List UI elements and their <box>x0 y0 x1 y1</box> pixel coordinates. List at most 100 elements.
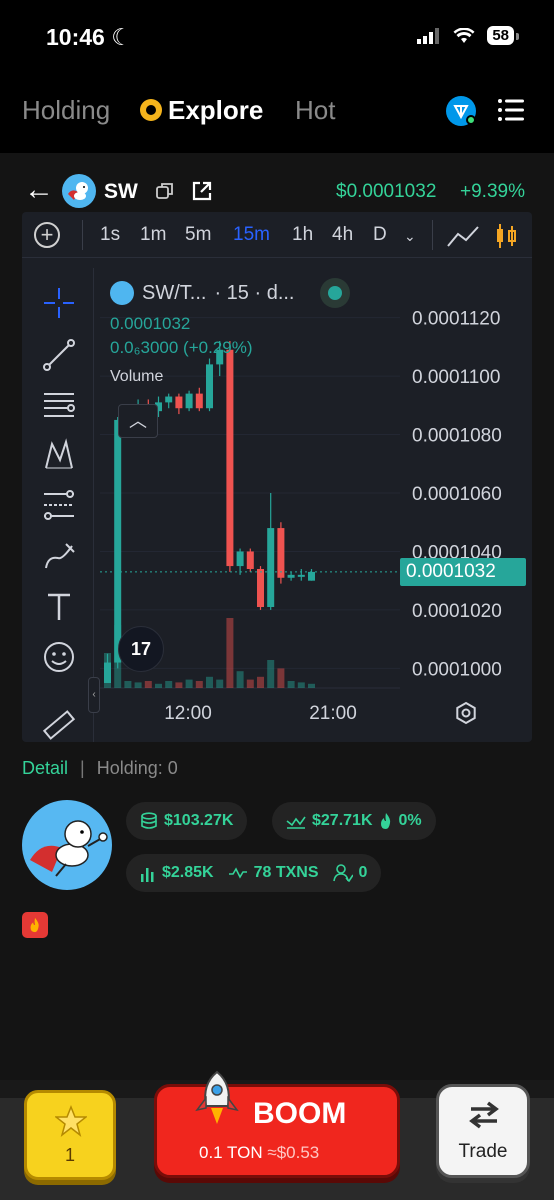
y-tick-label: 0.0001100 <box>412 367 500 388</box>
volume-bar <box>257 676 264 688</box>
horizontal-lines-icon[interactable] <box>42 388 76 422</box>
liquidity-badge: $27.71K 0% <box>272 802 436 840</box>
timeframe-5m[interactable]: 5m <box>185 224 211 246</box>
fire-icon <box>380 813 390 829</box>
token-avatar-small <box>62 174 96 208</box>
toolbar-divider <box>432 220 433 250</box>
copy-icon[interactable] <box>156 182 174 200</box>
drawing-tools-sidebar <box>22 268 94 742</box>
tradingview-chart[interactable]: + 1s 1m 5m 15m 1h 4h D ⌄ ‹ 0.0001120 0.0… <box>22 212 532 742</box>
add-indicator-icon[interactable]: + <box>34 222 60 248</box>
volume-bar <box>308 683 315 688</box>
volume-bar <box>236 671 244 688</box>
volume-bar <box>216 679 224 688</box>
brush-icon[interactable] <box>42 538 76 572</box>
swap-arrows-icon <box>469 1101 499 1129</box>
token-symbol: SW <box>104 180 138 203</box>
market-cap-value: $103.27K <box>164 812 234 829</box>
line-chart-icon[interactable] <box>446 224 480 248</box>
pattern-tool-icon[interactable] <box>42 438 76 472</box>
battery-indicator: 58 <box>487 26 519 45</box>
candle-body <box>308 571 315 581</box>
external-link-icon[interactable] <box>191 180 213 202</box>
candle-body <box>297 574 305 577</box>
legend-price: 0.0001032 <box>110 314 191 333</box>
fire-percentage: 0% <box>398 812 422 829</box>
current-price-tag: 0.0001032 <box>400 557 526 586</box>
volume-bar <box>124 681 132 688</box>
tab-holding[interactable]: Holding <box>22 95 110 126</box>
boom-buy-button[interactable]: BOOM 0.1 TON ≈$0.53 <box>154 1084 400 1178</box>
chart-legend: SW/T... · 15 · d... 0.0001032 0.0₆3000 (… <box>110 278 351 386</box>
candle-body <box>175 396 183 409</box>
trade-button[interactable]: Trade <box>436 1084 530 1178</box>
candle-body <box>257 569 264 607</box>
favorite-star-button[interactable]: 1 <box>24 1090 116 1180</box>
status-icons: 58 <box>417 26 519 45</box>
tab-explore[interactable]: Explore <box>140 95 263 126</box>
candle-body <box>104 662 111 683</box>
menu-icon[interactable] <box>498 98 524 122</box>
volume-bar <box>277 668 285 688</box>
holders-icon <box>332 864 353 882</box>
fib-tool-icon[interactable] <box>42 488 76 522</box>
star-icon <box>55 1105 87 1137</box>
x-tick-label: 12:00 <box>164 703 212 724</box>
timeframe-d[interactable]: D <box>373 224 387 246</box>
legend-interval: · 15 · d... <box>214 281 295 304</box>
collapse-toolbar-button[interactable]: ‹ <box>88 677 100 713</box>
candle-body <box>114 419 122 663</box>
timeframe-1s[interactable]: 1s <box>100 224 120 246</box>
status-bar: 10:46 ☾ 58 <box>0 0 554 75</box>
volume-bar <box>226 618 234 688</box>
timeframe-1h[interactable]: 1h <box>292 224 313 246</box>
candle-body <box>246 551 254 569</box>
collapse-legend-button[interactable]: ︿ <box>118 404 158 438</box>
y-tick-label: 0.0001060 <box>412 484 502 505</box>
boom-label: BOOM <box>253 1097 347 1130</box>
legend-token-avatar <box>110 281 134 305</box>
volume-bar <box>297 682 305 688</box>
explore-icon <box>140 99 162 121</box>
toolbar-divider <box>82 220 83 250</box>
activity-icon <box>228 867 247 879</box>
trend-line-icon[interactable] <box>42 338 76 372</box>
tradingview-logo[interactable]: 17 <box>118 626 164 672</box>
volume-bar <box>195 681 203 688</box>
volume-bar <box>287 681 295 688</box>
y-tick-label: 0.0001000 <box>412 659 502 680</box>
timeframe-1m[interactable]: 1m <box>140 224 166 246</box>
y-tick-label: 0.0001120 <box>412 309 500 330</box>
back-arrow-icon[interactable]: ← <box>24 175 54 205</box>
legend-change: 0.0₆3000 (+0.29%) <box>110 338 253 357</box>
candlestick-type-icon[interactable] <box>494 222 518 250</box>
timeframe-4h[interactable]: 4h <box>332 224 353 246</box>
holders-value: 0 <box>358 864 368 881</box>
wallet-status-dot <box>466 115 476 125</box>
timeframe-dropdown-icon[interactable]: ⌄ <box>404 228 416 245</box>
text-tool-icon[interactable] <box>42 590 76 624</box>
candle-body <box>165 396 173 403</box>
candle-body <box>236 551 244 567</box>
legend-title: SW/T... <box>142 281 207 304</box>
chart-plot-area[interactable]: 0.0001120 0.0001100 0.0001080 0.0001060 0.00… <box>100 268 532 742</box>
legend-volume: Volume <box>110 368 164 385</box>
market-cap-badge: $103.27K <box>126 802 248 840</box>
tab-hot[interactable]: Hot <box>295 95 335 126</box>
timeframe-15m[interactable]: 15m <box>233 224 270 246</box>
volume-bar <box>144 681 152 688</box>
settings-gear-icon[interactable] <box>456 701 476 725</box>
crosshair-icon[interactable] <box>42 286 76 320</box>
volume-bar <box>134 682 142 688</box>
y-axis: 0.0001120 0.0001100 0.0001080 0.0001060 0.00… <box>412 309 502 681</box>
tab-detail[interactable]: Detail <box>22 758 68 779</box>
tab-holding-count[interactable]: Holding: 0 <box>97 758 178 779</box>
ruler-icon[interactable] <box>42 708 76 742</box>
coins-icon <box>141 812 157 829</box>
boom-usd: ≈$0.53 <box>267 1143 320 1162</box>
volume-bar <box>185 679 193 688</box>
trade-label: Trade <box>458 1141 508 1162</box>
timeframe-toolbar: + 1s 1m 5m 15m 1h 4h D ⌄ <box>22 212 532 258</box>
volume-badge: $2.85K 78 TXNS 0 <box>126 854 382 892</box>
emoji-icon[interactable] <box>42 640 76 674</box>
